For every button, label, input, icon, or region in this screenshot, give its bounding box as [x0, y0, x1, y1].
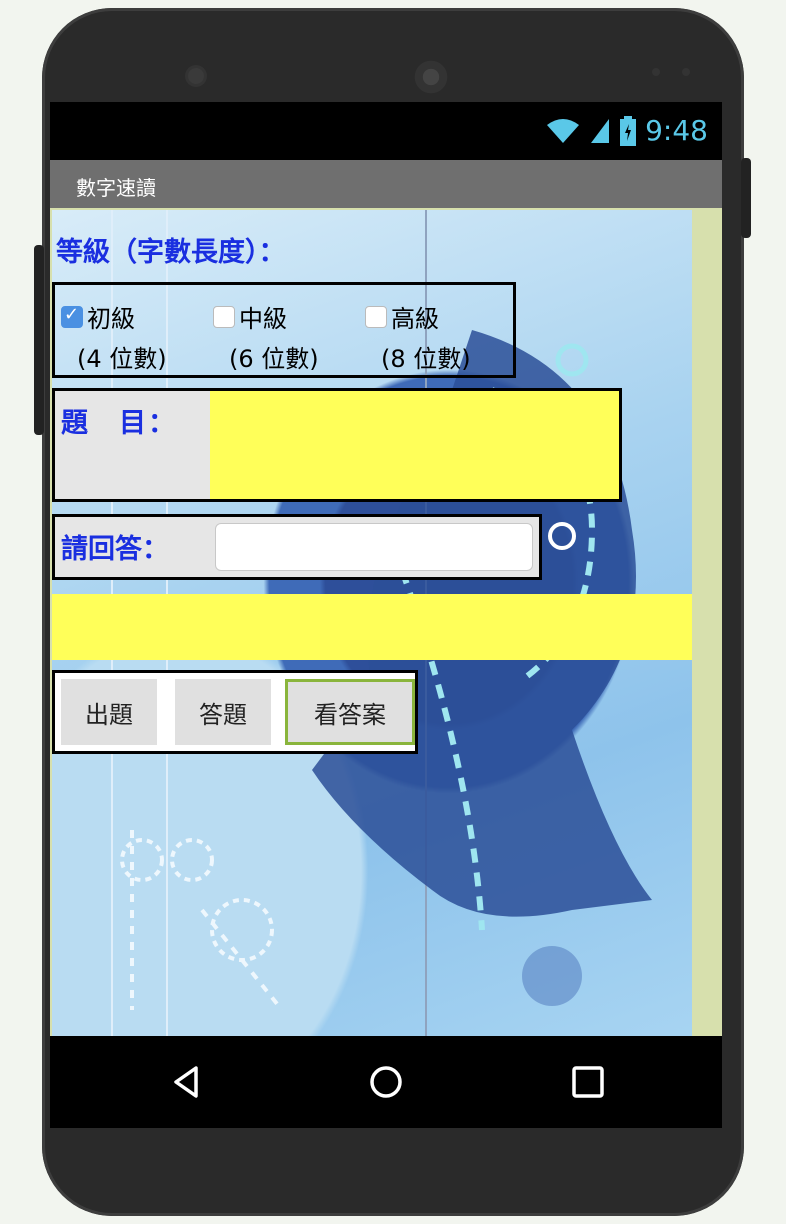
signal-icon — [591, 118, 610, 143]
level-option-label: 中級 — [239, 305, 287, 333]
wifi-icon — [547, 118, 580, 143]
level-option-label: 初級 — [87, 305, 135, 333]
level-option-label: 高級 — [391, 305, 439, 333]
app-title: 數字速讀 — [76, 176, 156, 200]
question-group: 題 目： — [52, 388, 622, 502]
question-label: 題 目： — [61, 408, 177, 439]
battery-icon — [620, 115, 637, 146]
front-camera — [188, 68, 204, 84]
submit-answer-button[interactable]: 答題 — [175, 679, 271, 745]
home-icon[interactable] — [366, 1062, 406, 1102]
sensor — [652, 68, 660, 76]
level-option-advanced[interactable]: 高級 — [365, 299, 439, 334]
show-answer-button[interactable]: 看答案 — [285, 679, 415, 745]
app-content: 等級（字數長度）： 初級 (4 位數) 中級 (6 位數) 高級 (8 位數) … — [50, 208, 722, 1036]
level-option-beginner[interactable]: 初級 — [61, 299, 135, 334]
checkbox-beginner[interactable] — [61, 304, 83, 328]
checkbox-intermediate[interactable] — [213, 305, 235, 328]
answer-input[interactable] — [215, 523, 533, 571]
power-button[interactable] — [741, 158, 751, 238]
result-display — [52, 594, 692, 660]
answer-label: 請回答： — [61, 534, 169, 565]
question-display — [210, 391, 619, 499]
sensor — [682, 68, 690, 76]
navigation-bar — [50, 1036, 722, 1128]
level-option-intermediate[interactable]: 中級 — [213, 299, 287, 334]
volume-button[interactable] — [34, 245, 44, 435]
button-group: 出題 答題 看答案 — [52, 670, 418, 754]
level-option-sub: (4 位數) — [77, 345, 167, 373]
answer-group: 請回答： — [52, 514, 542, 580]
back-icon[interactable] — [168, 1062, 208, 1102]
clock: 9:48 — [645, 114, 708, 147]
checkbox-advanced[interactable] — [365, 305, 387, 328]
status-bar: 9:48 — [50, 102, 722, 160]
level-option-sub: (6 位數) — [229, 345, 319, 373]
level-heading: 等級（字數長度）： — [56, 237, 286, 268]
generate-question-button[interactable]: 出題 — [61, 679, 157, 745]
level-options-group: 初級 (4 位數) 中級 (6 位數) 高級 (8 位數) — [52, 282, 516, 378]
title-bar: 數字速讀 — [50, 160, 722, 208]
screen: 9:48 數字速讀 等級（字數長度）： ✓ 初級 (4 位數) 中級 (6 位數… — [50, 102, 722, 1128]
recent-apps-icon[interactable] — [568, 1062, 608, 1102]
earpiece — [412, 58, 450, 96]
level-option-sub: (8 位數) — [381, 345, 471, 373]
